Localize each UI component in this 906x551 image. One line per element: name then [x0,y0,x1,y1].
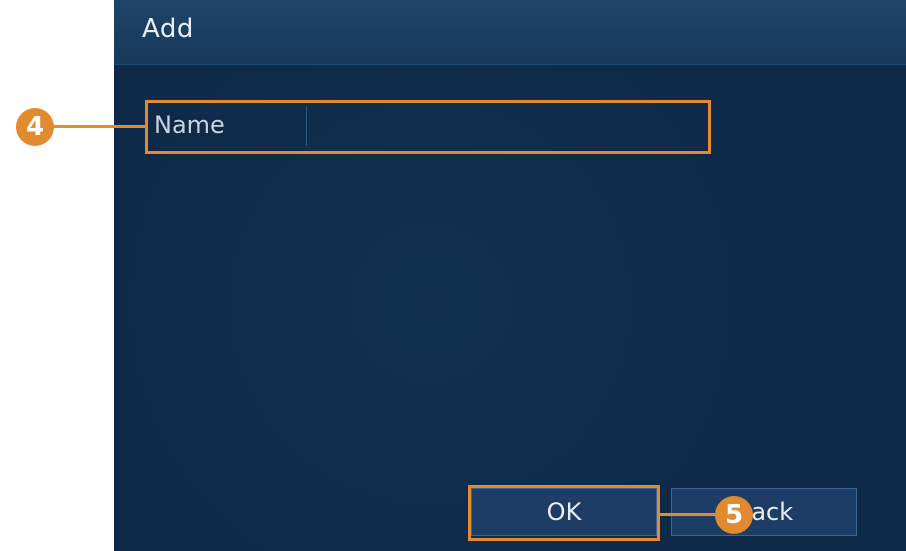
name-label: Name [154,111,225,139]
ok-button[interactable]: OK [471,488,657,536]
name-row: Name [146,102,708,150]
name-input[interactable] [308,106,702,146]
back-button[interactable]: Back [671,488,857,536]
callout-5-badge: 5 [715,496,753,534]
screenshot-canvas: Add Name OK Back 4 5 [0,0,906,551]
name-divider [306,106,307,146]
dialog-titlebar: Add [114,0,906,65]
callout-4-badge: 4 [16,108,54,146]
dialog-title: Add [142,14,194,44]
callout-4-leader [50,125,146,128]
add-dialog: Add Name OK Back [114,0,906,551]
callout-5-leader [659,513,719,516]
